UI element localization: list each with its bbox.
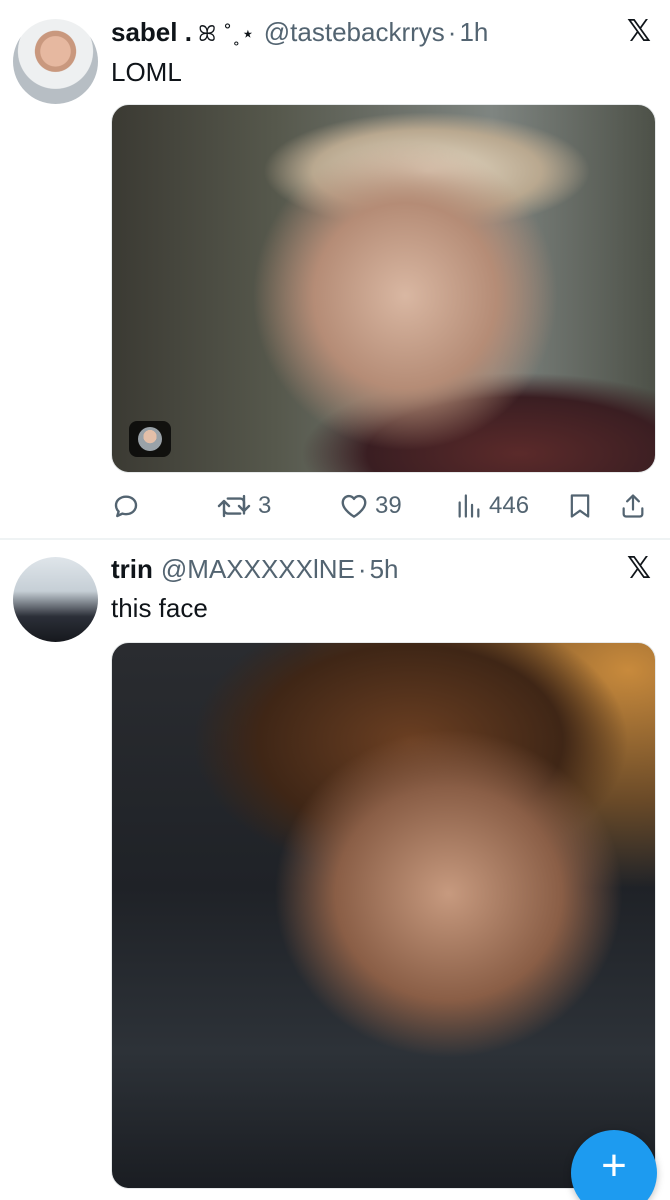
display-name[interactable]: trin xyxy=(111,554,153,584)
bookmark-button[interactable] xyxy=(566,486,594,526)
reply-icon xyxy=(114,495,138,518)
like-button[interactable]: 39 xyxy=(339,486,402,526)
retweet-icon xyxy=(217,494,251,518)
tweet-media-image[interactable] xyxy=(111,104,656,473)
x-logo-icon: 𝕏 xyxy=(626,15,652,48)
tweet-text: LOML xyxy=(111,57,182,87)
separator-dot: · xyxy=(447,17,457,47)
display-name[interactable]: sabel . xyxy=(111,17,192,47)
heart-icon xyxy=(341,494,367,518)
tweet-header: sabel . ꕤ ˚˳⋆ @tastebackrrys · 1h xyxy=(111,17,488,49)
bookmark-icon xyxy=(570,494,590,518)
retweet-count: 3 xyxy=(258,492,272,519)
share-button[interactable] xyxy=(619,486,647,526)
tagged-user-icon[interactable] xyxy=(129,421,171,457)
separator-dot: · xyxy=(357,554,367,584)
tweet[interactable]: sabel . ꕤ ˚˳⋆ @tastebackrrys · 1h 𝕏 LOML xyxy=(0,0,670,540)
tweet-text: this face xyxy=(111,593,208,623)
tweet-header: trin @MAXXXXXlNE · 5h xyxy=(111,554,398,584)
display-name-decoration: ꕤ ˚˳⋆ xyxy=(197,21,256,46)
plus-icon: + xyxy=(601,1141,627,1190)
tweet-media-image[interactable] xyxy=(111,642,656,1189)
tweet[interactable]: trin @MAXXXXXlNE · 5h 𝕏 this face xyxy=(0,540,670,1200)
handle[interactable]: @tastebackrrys xyxy=(264,17,445,47)
view-count: 446 xyxy=(489,492,530,519)
timeline-feed: sabel . ꕤ ˚˳⋆ @tastebackrrys · 1h 𝕏 LOML xyxy=(0,0,670,1200)
views-icon xyxy=(458,494,480,518)
share-icon xyxy=(622,494,644,518)
avatar[interactable] xyxy=(13,557,98,642)
retweet-button[interactable]: 3 xyxy=(216,486,271,526)
avatar[interactable] xyxy=(13,19,98,104)
x-logo-icon: 𝕏 xyxy=(626,552,652,585)
handle[interactable]: @MAXXXXXlNE xyxy=(161,554,355,584)
timestamp[interactable]: 5h xyxy=(370,554,399,584)
views-button[interactable]: 446 xyxy=(455,486,529,526)
reply-button[interactable] xyxy=(111,486,141,526)
like-count: 39 xyxy=(375,492,402,519)
timestamp[interactable]: 1h xyxy=(459,17,488,47)
tweet-actions: 3 39 446 xyxy=(111,486,656,526)
